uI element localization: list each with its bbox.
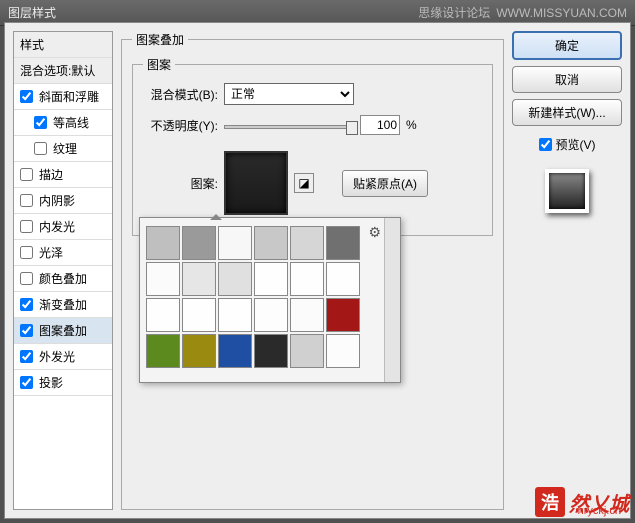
sidebar-label-3: 描边 [39,166,63,183]
sidebar-checkbox-3[interactable] [20,168,33,181]
preview-checkbox[interactable] [539,138,552,151]
inner-legend: 图案 [143,56,175,73]
sidebar-item-10[interactable]: 外发光 [14,344,112,370]
swatch-19[interactable] [182,334,216,368]
blend-mode-select[interactable]: 正常 [224,83,354,105]
pattern-inner-group: 图案 混合模式(B): 正常 不透明度(Y): % 图案: ◪ [132,56,493,236]
sidebar-checkbox-9[interactable] [20,324,33,337]
swatch-17[interactable] [326,298,360,332]
sidebar-header-style[interactable]: 样式 [14,32,112,58]
watermark-block: 浩 [535,487,565,517]
sidebar-item-5[interactable]: 内发光 [14,214,112,240]
sidebar-checkbox-4[interactable] [20,194,33,207]
swatch-15[interactable] [254,298,288,332]
sidebar-label-11: 投影 [39,374,63,391]
sidebar-checkbox-0[interactable] [20,90,33,103]
new-style-button[interactable]: 新建样式(W)... [512,99,622,126]
group-legend: 图案叠加 [132,31,188,48]
sidebar-item-2[interactable]: 纹理 [14,136,112,162]
opacity-unit: % [406,118,417,132]
ok-button[interactable]: 确定 [512,31,622,60]
sidebar-item-11[interactable]: 投影 [14,370,112,396]
swatch-22[interactable] [290,334,324,368]
dialog-title: 图层样式 [8,4,56,21]
right-button-panel: 确定 取消 新建样式(W)... 预览(V) [512,31,622,510]
swatch-7[interactable] [182,262,216,296]
sidebar-checkbox-11[interactable] [20,376,33,389]
sidebar-label-0: 斜面和浮雕 [39,88,99,105]
sidebar-checkbox-7[interactable] [20,272,33,285]
sidebar-checkbox-5[interactable] [20,220,33,233]
swatch-1[interactable] [182,226,216,260]
swatch-6[interactable] [146,262,180,296]
swatch-16[interactable] [290,298,324,332]
cancel-button[interactable]: 取消 [512,66,622,93]
sidebar-item-9[interactable]: 图案叠加 [14,318,112,344]
sidebar-checkbox-2[interactable] [34,142,47,155]
swatch-23[interactable] [326,334,360,368]
swatch-14[interactable] [218,298,252,332]
swatch-11[interactable] [326,262,360,296]
layer-style-dialog: 样式 混合选项:默认 斜面和浮雕等高线纹理描边内阴影内发光光泽颜色叠加渐变叠加图… [4,22,631,519]
sidebar-checkbox-6[interactable] [20,246,33,259]
sidebar-label-2: 纹理 [53,140,77,157]
sidebar-item-7[interactable]: 颜色叠加 [14,266,112,292]
swatch-4[interactable] [290,226,324,260]
style-sidebar: 样式 混合选项:默认 斜面和浮雕等高线纹理描边内阴影内发光光泽颜色叠加渐变叠加图… [13,31,113,510]
sidebar-header-blend[interactable]: 混合选项:默认 [14,58,112,84]
watermark-url: hryckj.cn [578,505,621,517]
swatch-grid [146,226,394,368]
snap-origin-button[interactable]: 贴紧原点(A) [342,170,428,197]
sidebar-item-1[interactable]: 等高线 [14,110,112,136]
sidebar-item-3[interactable]: 描边 [14,162,112,188]
pattern-label: 图案: [143,175,218,192]
swatch-10[interactable] [290,262,324,296]
sidebar-label-10: 外发光 [39,348,75,365]
sidebar-label-6: 光泽 [39,244,63,261]
swatch-9[interactable] [254,262,288,296]
sidebar-label-1: 等高线 [53,114,89,131]
preview-label: 预览(V) [556,136,596,153]
sidebar-item-4[interactable]: 内阴影 [14,188,112,214]
opacity-label: 不透明度(Y): [143,117,218,134]
forum-text: 思缘设计论坛 WWW.MISSYUAN.COM [418,4,627,21]
swatch-20[interactable] [218,334,252,368]
new-pattern-icon[interactable]: ◪ [294,173,314,193]
swatch-2[interactable] [218,226,252,260]
pattern-preview[interactable] [224,151,288,215]
sidebar-checkbox-10[interactable] [20,350,33,363]
preview-thumbnail [545,169,589,213]
sidebar-label-7: 颜色叠加 [39,270,87,287]
sidebar-label-5: 内发光 [39,218,75,235]
sidebar-checkbox-8[interactable] [20,298,33,311]
opacity-slider[interactable] [224,125,354,129]
swatch-12[interactable] [146,298,180,332]
swatch-3[interactable] [254,226,288,260]
scrollbar[interactable] [384,218,400,382]
swatch-13[interactable] [182,298,216,332]
sidebar-item-8[interactable]: 渐变叠加 [14,292,112,318]
sidebar-checkbox-1[interactable] [34,116,47,129]
watermark: 浩 然乂城 hryckj.cn [535,487,629,517]
sidebar-label-8: 渐变叠加 [39,296,87,313]
sidebar-item-0[interactable]: 斜面和浮雕 [14,84,112,110]
swatch-0[interactable] [146,226,180,260]
pattern-picker-popup: ⚙ ▸ [139,217,401,383]
slider-thumb[interactable] [346,121,358,135]
swatch-18[interactable] [146,334,180,368]
sidebar-label-4: 内阴影 [39,192,75,209]
sidebar-label-9: 图案叠加 [39,322,87,339]
main-panel: 图案叠加 图案 混合模式(B): 正常 不透明度(Y): % 图案: [121,31,504,510]
opacity-input[interactable] [360,115,400,135]
swatch-21[interactable] [254,334,288,368]
blend-mode-label: 混合模式(B): [143,86,218,103]
sidebar-item-6[interactable]: 光泽 [14,240,112,266]
swatch-8[interactable] [218,262,252,296]
swatch-5[interactable] [326,226,360,260]
